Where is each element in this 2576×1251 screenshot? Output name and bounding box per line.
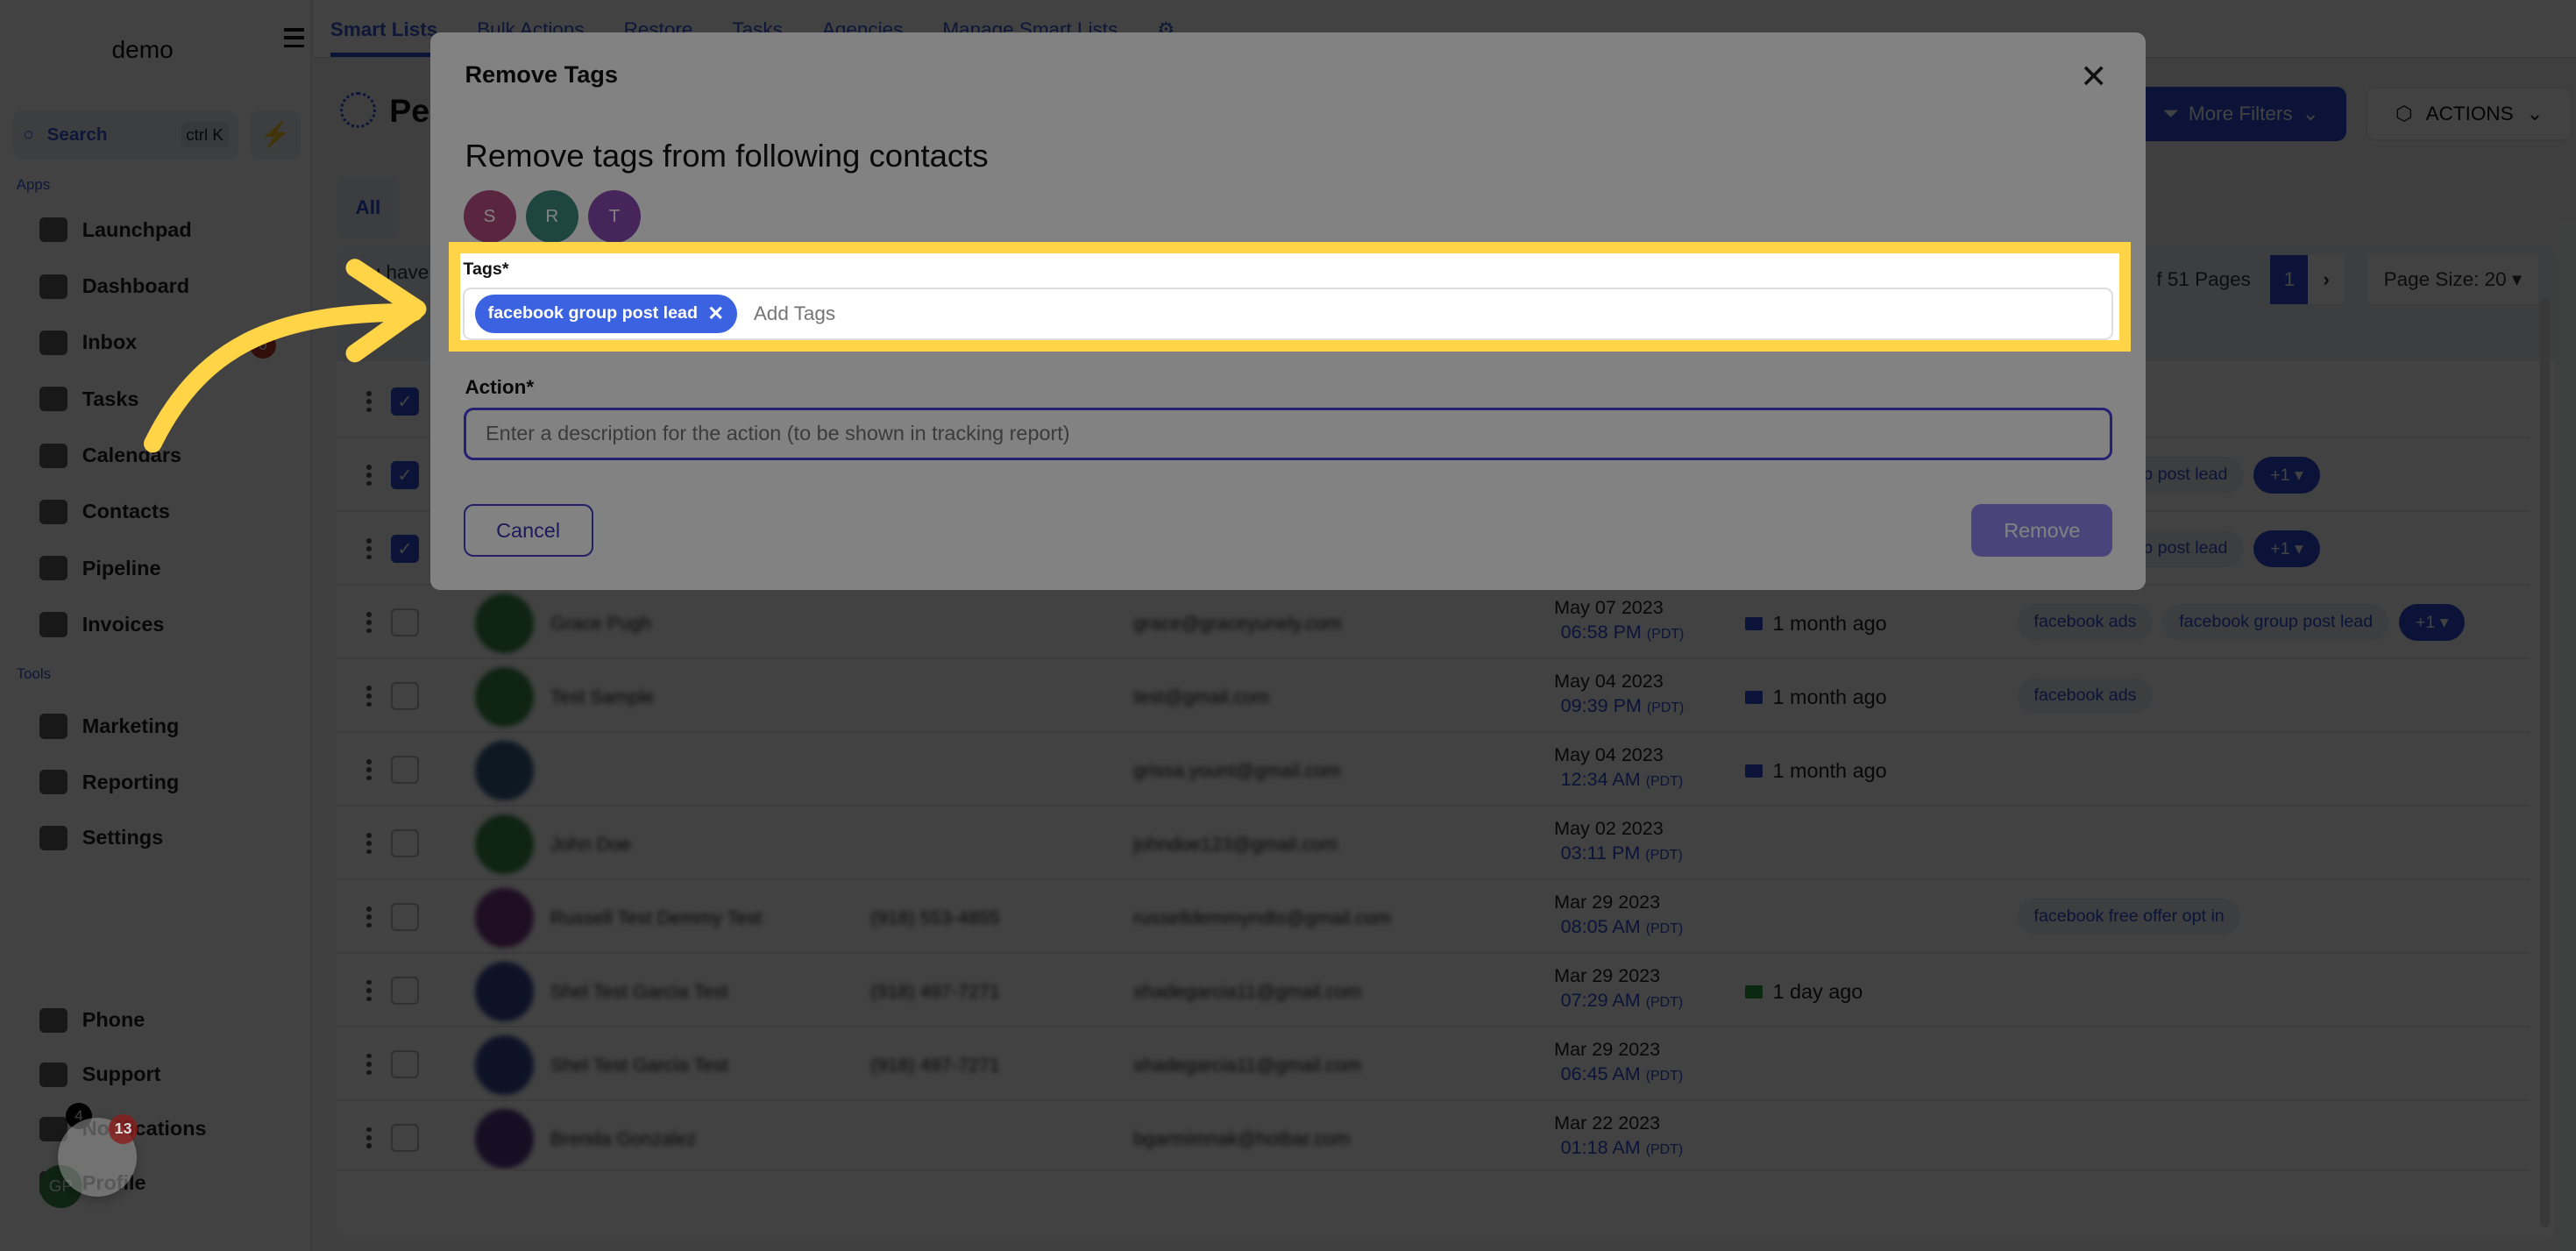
add-tags-input[interactable] (753, 302, 1411, 325)
tags-field-highlight: Tags* facebook group post lead ✕ (448, 241, 2132, 352)
chat-badge: 13 (108, 1113, 138, 1144)
app: demo ○ Search ctrl K ⚡ Apps Launchpad Das… (0, 0, 2576, 1251)
tag-chip-label: facebook group post lead (487, 303, 699, 323)
tutorial-arrow-icon (144, 259, 427, 453)
tags-input[interactable]: facebook group post lead ✕ (463, 287, 2113, 340)
remove-tag-icon[interactable]: ✕ (707, 302, 724, 325)
tag-chip: facebook group post lead ✕ (474, 294, 738, 334)
